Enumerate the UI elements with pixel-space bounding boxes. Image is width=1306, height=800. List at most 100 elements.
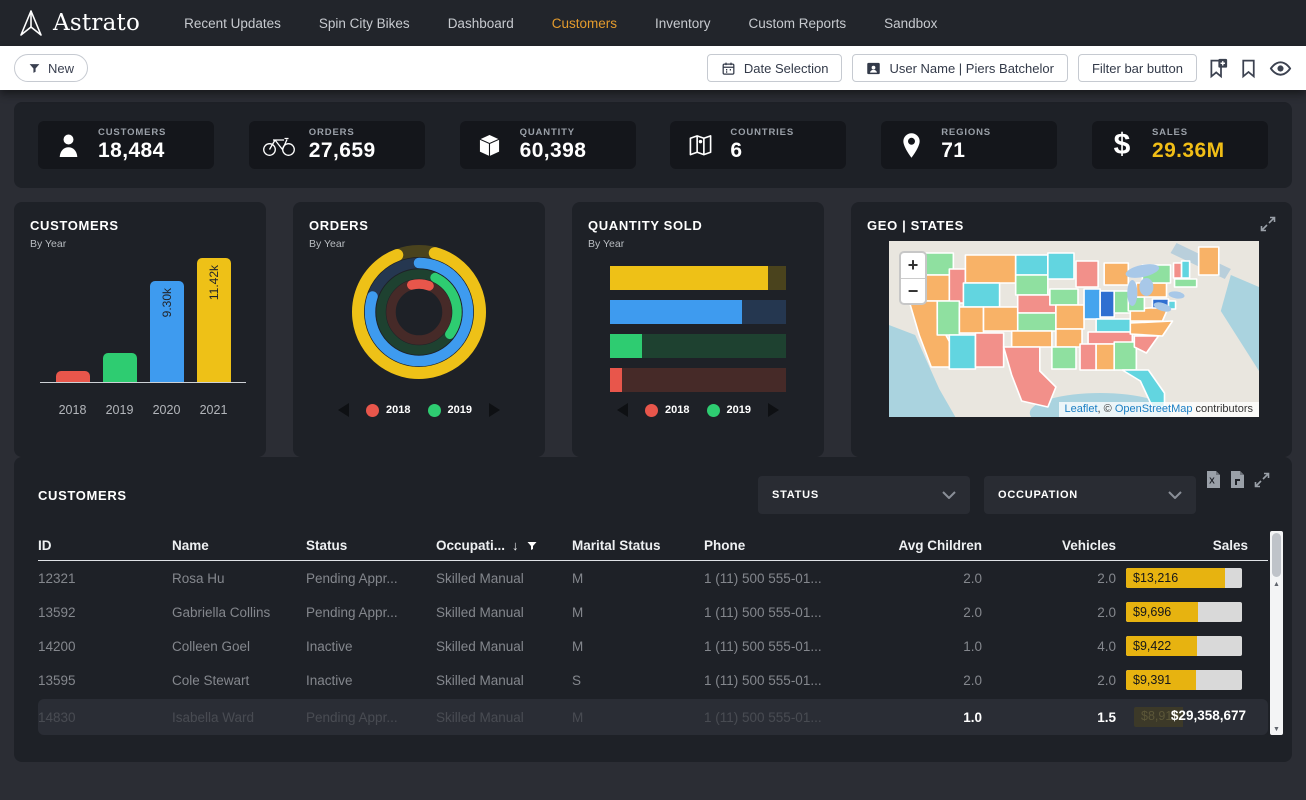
zoom-out-button[interactable]: − — [901, 278, 925, 303]
nav-item-customers[interactable]: Customers — [552, 16, 617, 31]
bar-2020[interactable]: 9.30k — [150, 281, 184, 382]
legend-item-2019[interactable]: 2019 — [707, 404, 751, 417]
nav-item-recent-updates[interactable]: Recent Updates — [184, 16, 281, 31]
legend-dot — [428, 404, 441, 417]
hbar-2019[interactable] — [610, 334, 786, 358]
cell-vehicles: 2.0 — [984, 673, 1118, 688]
cell-marital: S — [572, 673, 704, 688]
quantity-hbar-chart-panel: QUANTITY SOLD By Year 20182019 — [572, 202, 824, 457]
user-badge-icon — [866, 61, 881, 76]
legend-next-arrow[interactable] — [489, 403, 500, 417]
table-row[interactable]: 13592Gabriella CollinsPending Appr...Ski… — [38, 595, 1268, 629]
totals-vehicles: 1.5 — [984, 710, 1118, 725]
vertical-scrollbar[interactable]: ▲ ▼ — [1270, 531, 1283, 735]
attribution-separator: , © — [1098, 403, 1115, 415]
nav-item-dashboard[interactable]: Dashboard — [448, 16, 514, 31]
cell-sales: $9,422 — [1118, 636, 1250, 656]
openstreetmap-link[interactable]: OpenStreetMap — [1115, 403, 1193, 415]
legend-prev-arrow[interactable] — [338, 403, 349, 417]
column-header-avg-children[interactable]: Avg Children — [872, 538, 984, 553]
cell-phone: 1 (11) 500 555-01... — [704, 639, 872, 654]
column-funnel-icon[interactable] — [526, 540, 538, 552]
nav-item-custom-reports[interactable]: Custom Reports — [749, 16, 847, 31]
file-export-icon[interactable] — [1230, 471, 1245, 488]
table-header-row: IDNameStatusOccupati...↓Marital StatusPh… — [38, 531, 1268, 561]
legend-item-2018[interactable]: 2018 — [645, 404, 689, 417]
cell-occupation: Skilled Manual — [436, 571, 572, 586]
occupation-filter-dropdown[interactable]: OCCUPATION — [984, 476, 1196, 514]
table-row[interactable]: 12321Rosa HuPending Appr...Skilled Manua… — [38, 561, 1268, 595]
nav-item-spin-city-bikes[interactable]: Spin City Bikes — [319, 16, 410, 31]
scrollbar-thumb[interactable] — [1272, 533, 1281, 577]
column-header-status[interactable]: Status — [306, 538, 436, 553]
x-axis-label: 2019 — [103, 403, 137, 417]
kpi-card-countries[interactable]: COUNTRIES6 — [670, 121, 846, 169]
leaflet-link[interactable]: Leaflet — [1065, 403, 1098, 415]
hbar-2018[interactable] — [610, 368, 786, 392]
hbar-2021[interactable] — [610, 266, 786, 290]
customers-bar-chart-panel: CUSTOMERS By Year 9.30k11.42k 2018201920… — [14, 202, 266, 457]
sales-amount: $9,422 — [1133, 639, 1171, 653]
column-header-sales[interactable]: Sales — [1118, 538, 1250, 553]
user-name-button[interactable]: User Name | Piers Batchelor — [852, 54, 1068, 82]
kpi-card-sales[interactable]: $SALES29.36M — [1092, 121, 1268, 169]
filter-bar-button[interactable]: Filter bar button — [1078, 54, 1197, 82]
bar-2018[interactable] — [56, 371, 90, 382]
column-header-name[interactable]: Name — [172, 538, 306, 553]
expand-icon[interactable] — [1254, 472, 1270, 488]
status-filter-dropdown[interactable]: STATUS — [758, 476, 970, 514]
excel-export-icon[interactable]: X — [1206, 471, 1221, 488]
bookmark-icon[interactable] — [1238, 58, 1259, 79]
eye-icon[interactable] — [1269, 57, 1292, 80]
legend-next-arrow[interactable] — [768, 403, 779, 417]
legend-item-2019[interactable]: 2019 — [428, 404, 472, 417]
legend-item-2018[interactable]: 2018 — [366, 404, 410, 417]
column-header-occupati[interactable]: Occupati...↓ — [436, 538, 572, 553]
scroll-down-arrow[interactable]: ▼ — [1270, 726, 1283, 733]
totals-ghost-name: Isabella Ward — [172, 710, 306, 725]
table-row[interactable]: 13595Cole StewartInactiveSkilled ManualS… — [38, 663, 1268, 697]
kpi-value: 27,659 — [309, 139, 376, 163]
sort-descending-icon[interactable]: ↓ — [512, 538, 519, 553]
scroll-up-arrow[interactable]: ▲ — [1270, 581, 1283, 588]
new-filter-button[interactable]: New — [14, 54, 88, 82]
leaflet-map[interactable]: + − Leaflet, © OpenStreetMap contributor… — [889, 241, 1259, 417]
column-header-phone[interactable]: Phone — [704, 538, 872, 553]
bookmark-add-icon[interactable] — [1207, 58, 1228, 79]
kpi-card-regions[interactable]: REGIONS71 — [881, 121, 1057, 169]
kpi-value: 60,398 — [520, 139, 587, 163]
nav-item-inventory[interactable]: Inventory — [655, 16, 711, 31]
legend-label: 2018 — [386, 404, 410, 416]
kpi-card-orders[interactable]: ORDERS27,659 — [249, 121, 425, 169]
column-header-vehicles[interactable]: Vehicles — [984, 538, 1118, 553]
expand-icon[interactable] — [1260, 216, 1276, 237]
new-filter-label: New — [48, 61, 74, 76]
legend-label: 2018 — [665, 404, 689, 416]
kpi-card-quantity[interactable]: QUANTITY60,398 — [460, 121, 636, 169]
legend-prev-arrow[interactable] — [617, 403, 628, 417]
column-header-marital-status[interactable]: Marital Status — [572, 538, 704, 553]
kpi-label: ORDERS — [309, 127, 376, 138]
chart-title: QUANTITY SOLD — [588, 218, 808, 233]
cell-sales: $13,216 — [1118, 568, 1250, 588]
date-selection-button[interactable]: Date Selection — [707, 54, 843, 82]
cell-occupation: Skilled Manual — [436, 673, 572, 688]
bar-2019[interactable] — [103, 353, 137, 382]
column-header-id[interactable]: ID — [38, 538, 172, 553]
kpi-card-customers[interactable]: CUSTOMERS18,484 — [38, 121, 214, 169]
sales-amount: $9,696 — [1133, 605, 1171, 619]
kpi-label: SALES — [1152, 127, 1225, 138]
kpi-text: REGIONS71 — [941, 127, 991, 163]
nav-item-sandbox[interactable]: Sandbox — [884, 16, 937, 31]
cell-status: Pending Appr... — [306, 571, 436, 586]
location-pin-icon — [894, 132, 928, 159]
bar-x-axis-labels: 2018201920202021 — [40, 403, 246, 417]
cell-vehicles: 4.0 — [984, 639, 1118, 654]
brand[interactable]: Astrato — [18, 8, 140, 38]
person-icon — [51, 133, 85, 158]
kpi-value: 71 — [941, 139, 991, 163]
hbar-2020[interactable] — [610, 300, 786, 324]
zoom-in-button[interactable]: + — [901, 253, 925, 278]
table-row[interactable]: 14200Colleen GoelInactiveSkilled ManualM… — [38, 629, 1268, 663]
bar-2021[interactable]: 11.42k — [197, 258, 231, 382]
